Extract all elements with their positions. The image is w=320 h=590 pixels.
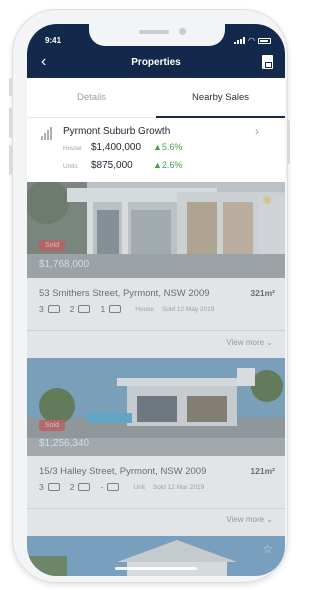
- bath-icon: [78, 483, 91, 491]
- property-photo: Sold $1,768,000: [27, 182, 285, 278]
- chevron-down-icon: ⌄: [266, 515, 273, 524]
- growth-price: $1,400,000: [91, 142, 142, 153]
- status-time: 9:41: [45, 36, 62, 45]
- power-button: [287, 120, 290, 164]
- growth-label: Units: [63, 163, 78, 170]
- suburb-growth-card[interactable]: Pyrmont Suburb Growth › House $1,400,000…: [27, 118, 285, 182]
- sold-badge: Sold: [39, 240, 66, 251]
- tab-details[interactable]: Details: [27, 92, 156, 103]
- property-type: House: [135, 305, 154, 313]
- tab-nearby-sales[interactable]: Nearby Sales: [156, 92, 285, 103]
- bed-icon: [47, 305, 60, 313]
- car-icon: [109, 305, 122, 313]
- speaker: [139, 30, 169, 34]
- screen: 9:41 ◠ ‹ Properties Details Nearby Sales…: [27, 24, 285, 576]
- listing-card[interactable]: Sold $1,256,340 15/3 Halley Street, Pyrm…: [27, 358, 285, 534]
- sold-badge: Sold: [39, 420, 66, 431]
- divider: [27, 330, 285, 331]
- growth-row-units: Units $875,000 ▲2.6%: [63, 160, 182, 171]
- bath-icon: [78, 305, 91, 313]
- house-photo-image: [27, 536, 285, 576]
- growth-change: ▲2.6%: [153, 160, 183, 170]
- signal-icon: [234, 37, 246, 44]
- sold-price: $1,256,340: [39, 438, 90, 449]
- status-icons: ◠: [234, 36, 271, 45]
- listing-card-partial[interactable]: ☆: [27, 536, 285, 576]
- growth-change: ▲5.6%: [153, 142, 183, 152]
- listing-address: 15/3 Halley Street, Pyrmont, NSW 2009: [39, 466, 207, 477]
- growth-title: Pyrmont Suburb Growth: [63, 126, 171, 137]
- document-icon[interactable]: [262, 55, 273, 69]
- listing-features: 3 2 - Unit Sold 12 Mar 2019: [39, 482, 204, 492]
- divider: [27, 508, 285, 509]
- battery-icon: [258, 37, 271, 44]
- listing-area: 121m²: [250, 466, 275, 476]
- star-icon[interactable]: ☆: [262, 542, 273, 556]
- home-indicator: [115, 567, 197, 570]
- bed-count: 3: [39, 482, 44, 492]
- car-count: -: [100, 482, 104, 492]
- notch: [89, 24, 225, 46]
- app-header: 9:41 ◠ ‹ Properties: [27, 24, 285, 78]
- bed-icon: [47, 483, 60, 491]
- property-type: Unit: [133, 483, 145, 491]
- bar-chart-icon: [41, 126, 55, 140]
- listing-features: 3 2 1 House Sold 12 May 2019: [39, 304, 214, 314]
- property-photo: Sold $1,256,340: [27, 358, 285, 456]
- volume-down-button: [9, 145, 12, 175]
- bed-count: 3: [39, 304, 44, 314]
- listing-area: 321m²: [250, 288, 275, 298]
- car-icon: [107, 483, 120, 491]
- sold-date: Sold 12 May 2019: [162, 305, 215, 313]
- page-title: Properties: [131, 57, 181, 68]
- mute-switch: [9, 78, 12, 96]
- camera: [179, 28, 186, 35]
- view-more-label: View more: [226, 515, 265, 524]
- chevron-right-icon[interactable]: ›: [255, 124, 259, 138]
- wifi-icon: ◠: [248, 36, 255, 45]
- listing-card[interactable]: Sold $1,768,000 53 Smithers Street, Pyrm…: [27, 182, 285, 358]
- view-more-link[interactable]: View more ⌄: [226, 515, 273, 524]
- growth-row-house: House $1,400,000 ▲5.6%: [63, 142, 182, 153]
- sold-price: $1,768,000: [39, 259, 90, 270]
- listing-address: 53 Smithers Street, Pyrmont, NSW 2009: [39, 288, 210, 299]
- volume-up-button: [9, 108, 12, 138]
- sold-date: Sold 12 Mar 2019: [152, 483, 205, 491]
- car-count: 1: [100, 304, 106, 314]
- growth-label: House: [63, 145, 82, 152]
- bath-count: 2: [69, 304, 75, 314]
- view-more-link[interactable]: View more ⌄: [226, 338, 273, 347]
- bath-count: 2: [69, 482, 75, 492]
- chevron-down-icon: ⌄: [266, 338, 273, 347]
- tab-bar: Details Nearby Sales: [27, 78, 285, 118]
- growth-price: $875,000: [91, 160, 133, 171]
- view-more-label: View more: [226, 338, 265, 347]
